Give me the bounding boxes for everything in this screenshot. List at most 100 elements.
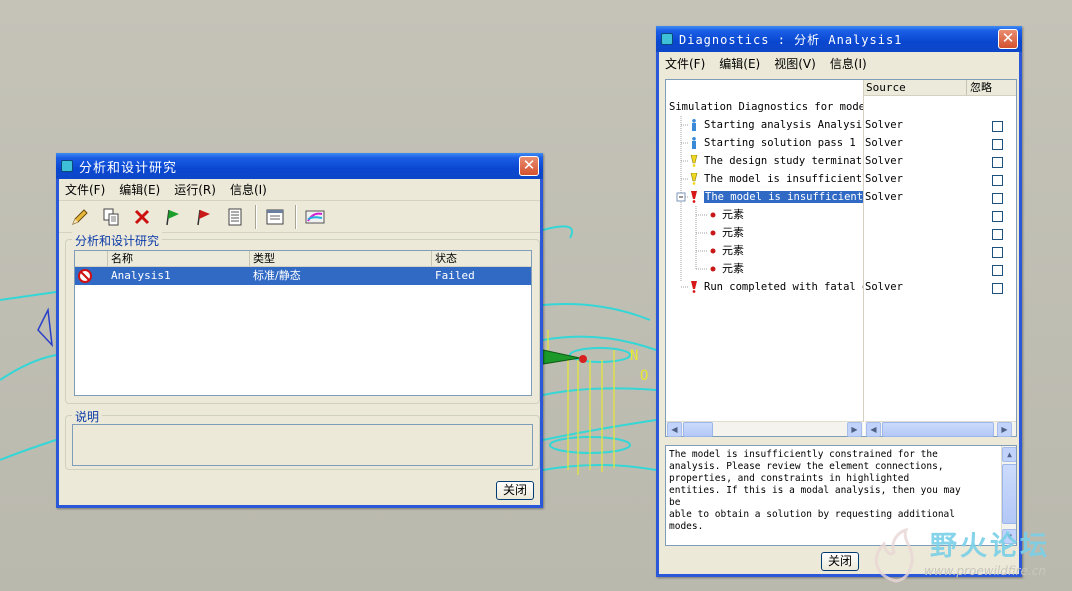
source-cell: Solver <box>865 191 903 203</box>
pane-splitter[interactable] <box>863 80 864 422</box>
column-status[interactable]: 状态 <box>432 251 531 266</box>
ignore-checkbox[interactable] <box>992 139 1003 150</box>
study-toolbar <box>59 201 540 233</box>
study-titlebar[interactable]: 分析和设计研究 ✕ <box>56 153 543 179</box>
tree-item-info[interactable]: Starting analysis Analysis <box>690 116 863 134</box>
description-line: properties, and constraints in highlight… <box>669 473 910 484</box>
fringe-plot-icon[interactable] <box>302 204 328 230</box>
tree-item-info[interactable]: Starting solution pass 1 - <box>690 134 863 152</box>
scroll-left-arrow-icon[interactable]: ◀ <box>667 422 682 437</box>
ignore-checkbox[interactable] <box>992 175 1003 186</box>
ignore-checkbox[interactable] <box>992 211 1003 222</box>
ignore-checkbox[interactable] <box>992 247 1003 258</box>
ignore-checkbox[interactable] <box>992 157 1003 168</box>
tree-item-error-selected[interactable]: The model is insufficientl <box>690 188 863 206</box>
tree-item-warning[interactable]: The design study terminat <box>690 152 862 170</box>
info-icon <box>692 119 696 131</box>
ignore-checkbox[interactable] <box>992 121 1003 132</box>
study-list-header: 名称 类型 状态 <box>75 251 531 267</box>
tree-item-warning[interactable]: The model is insufficientl <box>690 170 863 188</box>
ignore-checkbox[interactable] <box>992 193 1003 204</box>
ignore-checkbox[interactable] <box>992 283 1003 294</box>
element-dot-icon <box>710 266 716 272</box>
tree-message-column: Simulation Diagnostics for model Startin… <box>666 98 863 422</box>
scroll-left-arrow-icon[interactable]: ◀ <box>866 422 881 437</box>
scroll-thumb[interactable] <box>1002 464 1016 524</box>
columns-horizontal-scrollbar[interactable]: ◀ ▶ <box>865 421 1016 437</box>
menu-edit[interactable]: 编辑(E) <box>719 55 760 72</box>
tree-child-element[interactable]: 元素 <box>710 242 744 260</box>
description-group-label: 说明 <box>72 408 103 425</box>
tree-source-column: Solver Solver Solver Solver Solver Solve… <box>865 98 969 422</box>
diagnostics-tree[interactable]: Source 忽略 Simulation Diagnostics for mod… <box>665 79 1017 437</box>
analysis-study-window: 分析和设计研究 ✕ 文件(F) 编辑(E) 运行(R) 信息(I) 分析和设计研… <box>56 153 543 508</box>
source-cell: Solver <box>865 137 903 149</box>
review-results-icon[interactable] <box>262 204 288 230</box>
flame-logo-icon <box>874 527 914 583</box>
delete-icon[interactable] <box>129 204 155 230</box>
menu-file[interactable]: 文件(F) <box>665 55 705 72</box>
element-dot-icon <box>710 230 716 236</box>
tree-child-element[interactable]: 元素 <box>710 260 744 278</box>
table-row[interactable]: Analysis1 标准/静态 Failed <box>75 267 531 285</box>
ignore-checkbox[interactable] <box>992 229 1003 240</box>
study-window-title: 分析和设计研究 <box>79 160 178 176</box>
column-name[interactable]: 名称 <box>108 251 250 266</box>
column-source[interactable]: Source <box>863 80 967 95</box>
diag-titlebar[interactable]: Diagnostics : 分析 Analysis1 ✕ <box>656 26 1022 52</box>
scroll-up-arrow-icon[interactable]: ▲ <box>1002 447 1016 462</box>
column-type[interactable]: 类型 <box>250 251 432 266</box>
watermark-url: www.proewildfire.cn <box>924 564 1046 578</box>
copy-icon[interactable] <box>98 204 124 230</box>
diag-window-title: Diagnostics : 分析 Analysis1 <box>679 32 903 47</box>
stop-run-flag-icon[interactable] <box>191 204 217 230</box>
menu-edit[interactable]: 编辑(E) <box>119 181 160 198</box>
study-close-icon[interactable]: ✕ <box>519 156 539 176</box>
description-line: The model is insufficiently constrained … <box>669 449 938 460</box>
element-dot-icon <box>710 248 716 254</box>
menu-run[interactable]: 运行(R) <box>174 181 216 198</box>
column-ignore[interactable]: 忽略 <box>967 80 1015 95</box>
study-list[interactable]: 名称 类型 状态 Analysis1 标准/静态 Failed <box>74 250 532 396</box>
toolbar-separator <box>255 204 256 229</box>
scroll-right-arrow-icon[interactable]: ▶ <box>997 422 1012 437</box>
menu-file[interactable]: 文件(F) <box>65 181 105 198</box>
study-menubar: 文件(F) 编辑(E) 运行(R) 信息(I) <box>59 179 540 201</box>
info-icon <box>692 137 696 149</box>
column-icon <box>75 251 108 266</box>
tree-item-error[interactable]: Run completed with fatal e <box>690 278 863 296</box>
ignore-checkbox[interactable] <box>992 265 1003 276</box>
diag-list-header: Source 忽略 <box>863 80 1016 96</box>
tree-horizontal-scrollbar[interactable]: ◀ ▶ <box>666 421 863 437</box>
error-icon <box>691 191 697 203</box>
source-cell: Solver <box>865 119 903 131</box>
tree-child-element[interactable]: 元素 <box>710 206 744 224</box>
source-cell: Solver <box>865 155 903 167</box>
diag-close-icon[interactable]: ✕ <box>998 29 1018 49</box>
tree-child-element[interactable]: 元素 <box>710 224 744 242</box>
description-text-area[interactable] <box>72 424 533 466</box>
description-line: entities. If this is a modal analysis, t… <box>669 485 961 496</box>
scroll-thumb[interactable] <box>683 422 713 437</box>
description-line: be <box>669 497 681 508</box>
source-cell: Solver <box>865 281 903 293</box>
study-list-group-label: 分析和设计研究 <box>72 232 163 249</box>
window-icon <box>61 160 73 172</box>
scroll-thumb[interactable] <box>882 422 994 437</box>
menu-info[interactable]: 信息(I) <box>830 55 867 72</box>
scroll-right-arrow-icon[interactable]: ▶ <box>847 422 862 437</box>
menu-info[interactable]: 信息(I) <box>230 181 267 198</box>
watermark-name: 野火论坛 <box>930 531 1050 562</box>
window-icon <box>661 33 673 45</box>
start-run-flag-icon[interactable] <box>160 204 186 230</box>
diag-close-button[interactable]: 关闭 <box>821 552 859 571</box>
svg-text:O: O <box>640 368 648 384</box>
edit-pencil-icon[interactable] <box>67 204 93 230</box>
menu-view[interactable]: 视图(V) <box>774 55 816 72</box>
study-close-button[interactable]: 关闭 <box>496 481 534 500</box>
diagnostics-window: Diagnostics : 分析 Analysis1 ✕ 文件(F) 编辑(E)… <box>656 26 1022 577</box>
status-list-icon[interactable] <box>222 204 248 230</box>
warning-bulb-icon <box>690 155 698 167</box>
forum-watermark: 野火论坛 www.proewildfire.cn <box>862 520 1072 591</box>
source-cell: Solver <box>865 173 903 185</box>
